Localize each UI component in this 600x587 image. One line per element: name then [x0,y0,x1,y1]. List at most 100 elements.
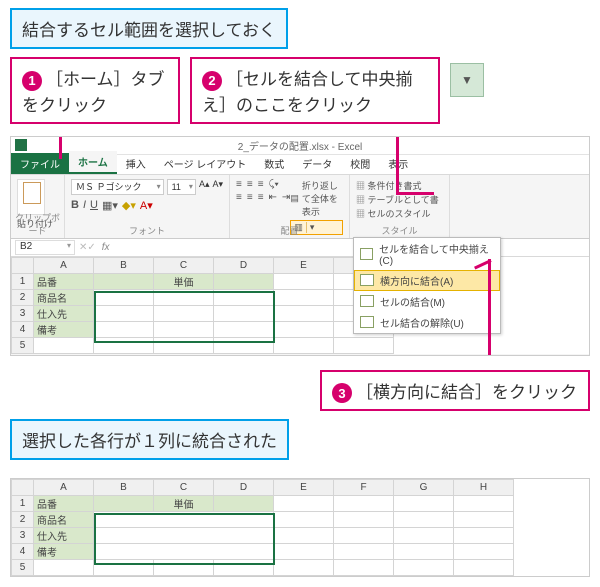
row2-3[interactable]: 3 [12,528,34,544]
merge-menu-merge[interactable]: セルの結合(M) [354,291,500,312]
row2-2[interactable]: 2 [12,512,34,528]
cell-D3[interactable] [214,305,274,321]
cell2-H2[interactable] [454,512,514,528]
cell2-B3D3[interactable] [94,528,274,544]
cell2-F4[interactable] [334,544,394,560]
indent-inc[interactable]: ⇥ [282,192,290,203]
tab-file[interactable]: ファイル [11,153,69,174]
cell2-E1[interactable] [274,496,334,512]
cell2-B2D2[interactable] [94,512,274,528]
row-5[interactable]: 5 [12,337,34,353]
col-E[interactable]: E [274,257,334,273]
cell2-G1[interactable] [394,496,454,512]
tab-home[interactable]: ホーム [69,151,117,174]
border-button[interactable]: ▦▾ [102,199,118,212]
fill-button[interactable]: ◆▾ [122,199,136,212]
cell2-E2[interactable] [274,512,334,528]
align-top[interactable]: ≡ [236,179,242,190]
cell2-H3[interactable] [454,528,514,544]
format-as-table[interactable]: テーブルとして書 [356,193,443,207]
cell2-G3[interactable] [394,528,454,544]
tab-insert[interactable]: 挿入 [117,153,155,174]
cell2-H4[interactable] [454,544,514,560]
cell-C1[interactable]: 単価 [154,273,214,289]
fx-icon[interactable]: fx [102,242,110,253]
underline-button[interactable]: U [90,199,98,212]
cell2-D1[interactable] [214,496,274,512]
grid-2[interactable]: A B C D E F G H 1 品番 単価 2 商品名 3 仕入先 4 備考 [11,479,514,576]
font-shrink[interactable]: A▾ [212,179,223,195]
cell-C5[interactable] [154,337,214,353]
cell-B2[interactable] [94,289,154,305]
cell2-F1[interactable] [334,496,394,512]
cell-B3[interactable] [94,305,154,321]
cell2-G2[interactable] [394,512,454,528]
align-bot[interactable]: ≡ [258,179,264,190]
cell-C3[interactable] [154,305,214,321]
merge-menu-unmerge[interactable]: セル結合の解除(U) [354,312,500,333]
col2-E[interactable]: E [274,480,334,496]
fontcolor-button[interactable]: A▾ [140,199,153,212]
cell-D2[interactable] [214,289,274,305]
col2-F[interactable]: F [334,480,394,496]
row2-4[interactable]: 4 [12,544,34,560]
tab-pagelayout[interactable]: ページ レイアウト [155,153,256,174]
indent-dec[interactable]: ⇤ [269,192,277,203]
row-1[interactable]: 1 [12,273,34,289]
cell-F5[interactable] [334,337,394,353]
font-grow[interactable]: A▴ [199,179,210,195]
cell-E2[interactable] [274,289,334,305]
cell2-H5[interactable] [454,560,514,576]
row-4[interactable]: 4 [12,321,34,337]
cell2-A1[interactable]: 品番 [34,496,94,512]
tab-review[interactable]: 校閲 [341,153,379,174]
tab-data[interactable]: データ [293,153,341,174]
cell2-G5[interactable] [394,560,454,576]
cell-E1[interactable] [274,273,334,289]
row-2[interactable]: 2 [12,289,34,305]
cell-A1[interactable]: 品番 [34,273,94,289]
cell-C2[interactable] [154,289,214,305]
cell2-A2[interactable]: 商品名 [34,512,94,528]
merge-menu-center[interactable]: セルを結合して中央揃え(C) [354,238,500,270]
merge-menu-across[interactable]: 横方向に結合(A) [354,270,500,291]
cell-E3[interactable] [274,305,334,321]
cell2-F2[interactable] [334,512,394,528]
col-D[interactable]: D [214,257,274,273]
cell2-C1[interactable]: 単価 [154,496,214,512]
cell-A5[interactable] [34,337,94,353]
cell2-D5[interactable] [214,560,274,576]
grid-1[interactable]: A B C D E F 1 品番 単価 2 商品名 3 仕入先 4 備考 [11,257,394,354]
cell2-H1[interactable] [454,496,514,512]
cell-A2[interactable]: 商品名 [34,289,94,305]
align-mid[interactable]: ≡ [247,179,253,190]
cell-D1[interactable] [214,273,274,289]
cell2-F5[interactable] [334,560,394,576]
cell2-B5[interactable] [94,560,154,576]
cell-E5[interactable] [274,337,334,353]
font-size-select[interactable]: 11 [167,179,196,195]
col2-B[interactable]: B [94,480,154,496]
cell2-B4D4[interactable] [94,544,274,560]
cell2-C5[interactable] [154,560,214,576]
col2-A[interactable]: A [34,480,94,496]
col-A[interactable]: A [34,257,94,273]
col2-C[interactable]: C [154,480,214,496]
align-right[interactable]: ≡ [258,192,264,203]
name-box[interactable]: B2 [15,240,75,255]
col2-G[interactable]: G [394,480,454,496]
cell2-A3[interactable]: 仕入先 [34,528,94,544]
cell-A3[interactable]: 仕入先 [34,305,94,321]
align-center[interactable]: ≡ [247,192,253,203]
tab-formulas[interactable]: 数式 [255,153,293,174]
paste-button[interactable] [17,179,45,215]
cell2-G4[interactable] [394,544,454,560]
cell2-E3[interactable] [274,528,334,544]
cell2-F3[interactable] [334,528,394,544]
row-3[interactable]: 3 [12,305,34,321]
row2-1[interactable]: 1 [12,496,34,512]
cancel-icon[interactable]: ✕ [79,242,87,253]
dropdown-button[interactable]: ▼ [450,63,484,97]
col2-H[interactable]: H [454,480,514,496]
cell-B4[interactable] [94,321,154,337]
